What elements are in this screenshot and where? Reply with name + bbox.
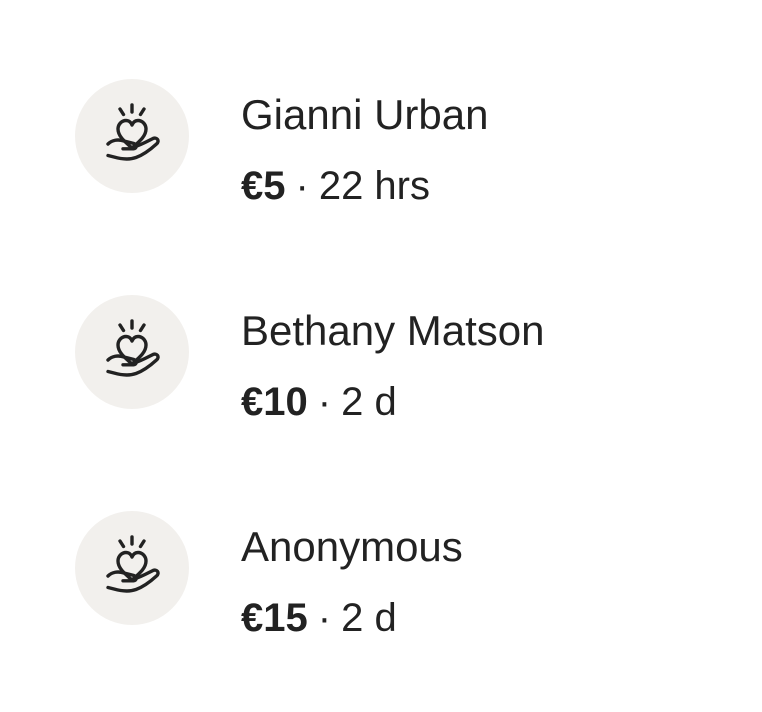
donation-time: 22 hrs <box>318 164 430 208</box>
donor-name: Gianni Urban <box>241 91 489 138</box>
donation-meta: €10 · 2 d <box>241 379 397 425</box>
donation-amount: €15 <box>241 596 308 640</box>
donor-name: Anonymous <box>241 523 463 570</box>
meta-separator: · <box>295 164 309 208</box>
donation-time: 2 d <box>341 596 397 640</box>
donor-avatar <box>75 295 189 409</box>
donation-item: Bethany Matson €10 · 2 d <box>75 295 715 424</box>
heart-in-hand-icon <box>96 316 168 388</box>
meta-separator: · <box>317 380 332 424</box>
donor-name: Bethany Matson <box>241 307 545 354</box>
heart-in-hand-icon <box>96 532 168 604</box>
donation-time: 2 d <box>341 380 397 424</box>
donor-avatar <box>75 511 189 625</box>
donation-amount: €5 <box>241 164 286 208</box>
donation-item: Anonymous €15 · 2 d <box>75 511 715 640</box>
donation-meta: €5 · 22 hrs <box>241 163 430 209</box>
donor-avatar <box>75 79 189 193</box>
donation-meta: €15 · 2 d <box>241 595 397 641</box>
heart-in-hand-icon <box>96 100 168 172</box>
meta-separator: · <box>317 596 332 640</box>
donation-amount: €10 <box>241 380 308 424</box>
donation-item: Gianni Urban €5 · 22 hrs <box>75 79 715 208</box>
donation-list: Gianni Urban €5 · 22 hrs Bethany Matson €1… <box>0 0 762 712</box>
